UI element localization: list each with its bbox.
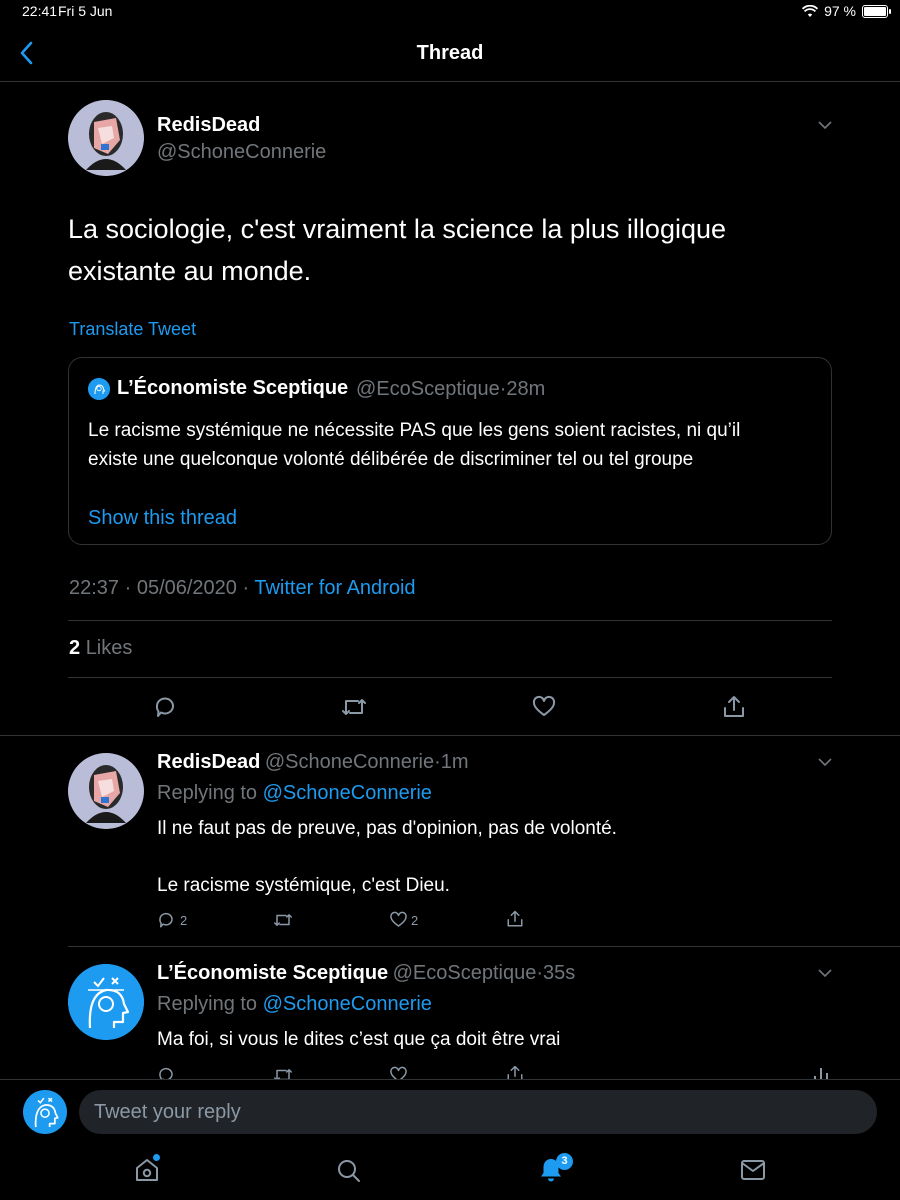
tweet-text: La sociologie, c'est vraiment la science… (68, 214, 727, 286)
replying-to-label: Replying to (157, 993, 258, 1015)
page-title: Thread (416, 42, 484, 64)
reply-icon[interactable] (157, 1066, 175, 1079)
author-name[interactable]: RedisDead (157, 114, 260, 137)
messages-icon[interactable] (740, 1159, 766, 1181)
replying-to-handle[interactable]: @SchoneConnerie (263, 993, 432, 1015)
notifications-icon[interactable]: 3 (538, 1153, 573, 1183)
battery-icon (862, 4, 891, 18)
avatar[interactable] (23, 1090, 67, 1134)
status-bar: 22:41 Fri 5 Jun 97 % (0, 0, 900, 24)
reply-input[interactable]: Tweet your reply (79, 1090, 877, 1134)
likes-summary[interactable]: 2 Likes (69, 637, 132, 660)
quoted-tweet[interactable]: L’Économiste Sceptique @EcoSceptique·28m… (68, 357, 832, 545)
retweet-icon[interactable] (273, 1066, 293, 1079)
show-thread-link[interactable]: Show this thread (88, 507, 237, 530)
divider (0, 735, 900, 736)
battery-percent: 97 % (824, 3, 856, 19)
quoted-author-meta: @EcoSceptique·28m (356, 378, 545, 401)
likes-count: 2 (69, 637, 81, 659)
reply-text-line: Ma foi, si vous le dites c’est que ça do… (157, 1029, 561, 1050)
quoted-text: Le racisme systémique ne nécessite PAS q… (88, 420, 741, 470)
reply-author-name[interactable]: L’Économiste Sceptique (157, 962, 388, 984)
avatar[interactable] (68, 100, 144, 176)
status-date: Fri 5 Jun (58, 3, 113, 19)
replying-to-label: Replying to (157, 782, 258, 804)
tab-bar: 3 (0, 1145, 900, 1200)
avatar[interactable] (68, 753, 144, 829)
notifications-badge: 3 (556, 1153, 573, 1170)
likes-label: Likes (85, 637, 133, 659)
dot-separator: · (434, 751, 441, 773)
home-icon[interactable] (134, 1154, 160, 1183)
reply-header: L’Économiste Sceptique @EcoSceptique·35s (157, 962, 575, 985)
quoted-time: 28m (506, 378, 546, 400)
tweet-meta: 22:37 · 05/06/2020 · Twitter for Android (69, 577, 416, 600)
caret-down-icon[interactable] (818, 969, 832, 977)
wifi-icon (802, 4, 819, 18)
like-count: 2 (411, 913, 419, 928)
thread-header: Thread (0, 24, 900, 82)
divider (68, 677, 832, 678)
analytics-icon[interactable] (812, 1066, 830, 1079)
reply-text-line: Il ne faut pas de preuve, pas d'opinion,… (157, 818, 617, 839)
share-icon[interactable] (506, 909, 524, 929)
reply-icon[interactable] (157, 911, 175, 929)
like-icon[interactable] (532, 695, 556, 719)
home-unread-dot (153, 1154, 160, 1161)
reply-author-name[interactable]: RedisDead (157, 751, 260, 773)
retweet-icon[interactable] (341, 695, 367, 719)
status-time: 22:41 (22, 3, 58, 19)
author-handle[interactable]: @SchoneConnerie (157, 141, 326, 164)
replying-to: Replying to @SchoneConnerie (157, 993, 432, 1016)
like-icon[interactable] (389, 911, 408, 929)
reply-text-line: Le racisme systémique, c'est Dieu. (157, 875, 450, 896)
divider (68, 620, 832, 621)
status-right: 97 % (802, 3, 891, 19)
quoted-avatar (88, 378, 110, 400)
reply-count: 2 (180, 913, 188, 928)
translate-tweet-link[interactable]: Translate Tweet (69, 319, 196, 340)
tweet-source[interactable]: Twitter for Android (254, 577, 415, 599)
like-icon[interactable] (389, 1066, 408, 1079)
reply-header: RedisDead @SchoneConnerie·1m (157, 751, 469, 774)
share-icon[interactable] (506, 1066, 524, 1079)
reply-author-handle[interactable]: @SchoneConnerie (265, 751, 434, 773)
caret-down-icon[interactable] (818, 758, 832, 766)
quoted-author-name: L’Économiste Sceptique (117, 377, 349, 399)
caret-down-icon[interactable] (818, 121, 832, 129)
reply-author-handle[interactable]: @EcoSceptique (393, 962, 537, 984)
share-icon[interactable] (722, 694, 746, 720)
quoted-handle: @EcoSceptique (356, 378, 500, 400)
reply-time: 1m (440, 751, 469, 773)
replying-to: Replying to @SchoneConnerie (157, 782, 432, 805)
reply-time: 35s (543, 962, 576, 984)
replying-to-handle[interactable]: @SchoneConnerie (263, 782, 432, 804)
tweet-timestamp: 22:37 · 05/06/2020 · (69, 577, 250, 599)
reply-icon[interactable] (153, 695, 177, 719)
divider (68, 946, 900, 947)
avatar[interactable] (68, 964, 144, 1040)
retweet-icon[interactable] (273, 911, 293, 929)
search-icon[interactable] (336, 1158, 362, 1184)
reply-actions-partial (0, 1066, 900, 1079)
reply-composer: Tweet your reply (0, 1079, 900, 1145)
